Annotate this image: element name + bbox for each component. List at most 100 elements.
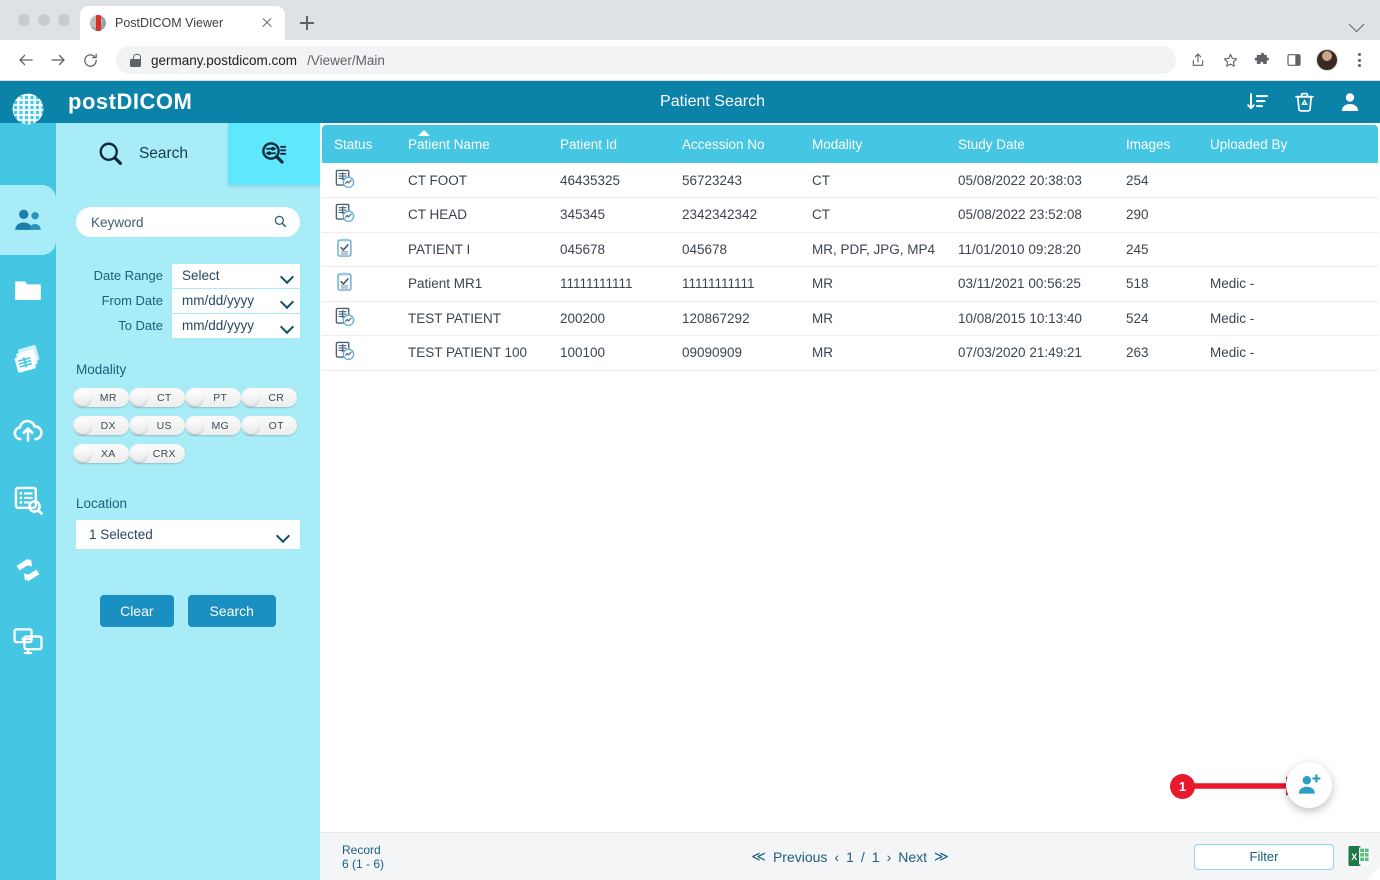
cell-uploaded-by: Medic - [1198, 336, 1378, 371]
column-patient-name[interactable]: Patient Name [396, 125, 548, 163]
report-chart-icon[interactable] [334, 306, 356, 328]
modality-toggle-crx[interactable]: CRX [129, 444, 185, 463]
cell-images: 524 [1114, 301, 1198, 336]
column-status[interactable]: Status [322, 125, 396, 163]
date-range-select[interactable]: Select [172, 264, 300, 288]
last-page-button[interactable]: ≫ [934, 848, 949, 865]
date-range-value: Select [182, 268, 281, 283]
search-button[interactable]: Search [188, 595, 276, 627]
modality-toggle-ot[interactable]: OT [241, 416, 297, 435]
star-icon[interactable] [1220, 50, 1240, 70]
report-chart-icon[interactable] [334, 202, 356, 224]
puzzle-piece-icon[interactable] [1252, 50, 1272, 70]
minimize-window-button[interactable] [38, 14, 50, 26]
forward-arrow-icon[interactable] [44, 46, 72, 74]
postdicom-favicon [90, 15, 106, 31]
clear-button[interactable]: Clear [100, 595, 173, 627]
cell-study-date: 03/11/2021 00:56:25 [946, 267, 1114, 302]
cell-study-date: 10/08/2015 10:13:40 [946, 301, 1114, 336]
sidebar-item-reports[interactable] [0, 465, 56, 535]
sidebar-item-share-screens[interactable] [0, 605, 56, 675]
sort-list-icon[interactable] [1245, 90, 1271, 114]
close-tab-icon[interactable] [259, 15, 275, 31]
table-row[interactable]: CT FOOT4643532556723243CT05/08/2022 20:3… [322, 163, 1378, 198]
modality-toggle-pt[interactable]: PT [185, 388, 241, 407]
location-select[interactable]: 1 Selected [76, 520, 300, 549]
browser-tab[interactable]: PostDICOM Viewer [80, 6, 285, 40]
total-pages: 1 [872, 849, 880, 865]
studies-stack-icon [11, 343, 45, 377]
modality-toggle-dx[interactable]: DX [73, 416, 129, 435]
column-uploaded-by[interactable]: Uploaded By [1198, 125, 1378, 163]
column-accession-no[interactable]: Accession No [670, 125, 800, 163]
toggle-knob [75, 418, 91, 434]
column-modality[interactable]: Modality [800, 125, 946, 163]
add-patient-button[interactable] [1286, 762, 1332, 808]
column-images[interactable]: Images [1114, 125, 1198, 163]
tab-search[interactable]: Search [56, 123, 228, 185]
back-arrow-icon[interactable] [12, 46, 40, 74]
table-header: Status Patient Name Patient Id Accession… [322, 125, 1378, 163]
side-panel-icon[interactable] [1284, 50, 1304, 70]
folder-icon [11, 273, 45, 307]
report-chart-icon[interactable] [334, 340, 356, 362]
toggle-knob [131, 418, 147, 434]
panel-action-buttons: Clear Search [56, 595, 320, 627]
tab-advanced-search[interactable] [228, 123, 320, 185]
tab-list-chevron-icon[interactable] [1348, 14, 1366, 32]
cell-study-date: 11/01/2010 09:28:20 [946, 232, 1114, 267]
from-date-input[interactable]: mm/dd/yyyy [172, 289, 300, 313]
modality-toggle-ct[interactable]: CT [129, 388, 185, 407]
search-panel: Search Date Range Select [56, 81, 320, 880]
table-header-row: Status Patient Name Patient Id Accession… [322, 125, 1378, 163]
search-icon[interactable] [273, 214, 288, 234]
modality-toggle-cr[interactable]: CR [241, 388, 297, 407]
kebab-menu-icon[interactable] [1350, 53, 1368, 67]
clipboard-check-icon[interactable] [334, 237, 356, 259]
column-study-date[interactable]: Study Date [946, 125, 1114, 163]
report-chart-icon[interactable] [334, 168, 356, 190]
column-patient-id[interactable]: Patient Id [548, 125, 670, 163]
previous-page-button[interactable]: Previous [773, 849, 827, 865]
sidebar-item-studies[interactable] [0, 325, 56, 395]
sidebar-item-upload[interactable] [0, 395, 56, 465]
search-input[interactable] [76, 207, 300, 237]
table-row[interactable]: PATIENT I045678045678MR, PDF, JPG, MP411… [322, 232, 1378, 267]
cell-accession-no: 09090909 [670, 336, 800, 371]
sidebar-item-sync[interactable] [0, 535, 56, 605]
trash-bin-icon[interactable] [1293, 90, 1316, 114]
modality-toggle-mr[interactable]: MR [73, 388, 129, 407]
modality-toggle-mg[interactable]: MG [185, 416, 241, 435]
next-chevron-icon[interactable]: › [887, 849, 892, 865]
clipboard-check-icon[interactable] [334, 271, 356, 293]
page-separator: / [861, 849, 865, 865]
browser-toolbar: germany.postdicom.com/Viewer/Main [0, 40, 1380, 81]
table-row[interactable]: TEST PATIENT 10010010009090909MR07/03/20… [322, 336, 1378, 371]
chevron-down-icon [281, 297, 294, 305]
next-page-button[interactable]: Next [898, 849, 927, 865]
left-nav-rail [0, 81, 56, 880]
user-account-icon[interactable] [1338, 90, 1362, 114]
modality-toggle-xa[interactable]: XA [73, 444, 129, 463]
content-area: Status Patient Name Patient Id Accession… [320, 123, 1380, 880]
previous-chevron-icon[interactable]: ‹ [834, 849, 839, 865]
address-bar[interactable]: germany.postdicom.com/Viewer/Main [116, 46, 1176, 74]
sidebar-item-patients[interactable] [0, 185, 56, 255]
to-date-input[interactable]: mm/dd/yyyy [172, 314, 300, 338]
reload-icon[interactable] [76, 46, 104, 74]
column-patient-name-label: Patient Name [408, 137, 490, 152]
app-brand: postDICOM [56, 81, 320, 123]
table-row[interactable]: CT HEAD3453452342342342CT05/08/2022 23:5… [322, 198, 1378, 233]
maximize-window-button[interactable] [58, 14, 70, 26]
modality-toggle-us[interactable]: US [129, 416, 185, 435]
sidebar-item-folders[interactable] [0, 255, 56, 325]
first-page-button[interactable]: ≪ [751, 848, 766, 865]
modality-label: CRX [147, 448, 186, 460]
close-window-button[interactable] [18, 14, 30, 26]
table-row[interactable]: Patient MR11111111111111111111111MR03/11… [322, 267, 1378, 302]
browser-window: PostDICOM Viewer germany.postdicom.com/V… [0, 0, 1380, 880]
profile-avatar[interactable] [1316, 49, 1338, 71]
new-tab-button[interactable] [293, 9, 321, 37]
share-icon[interactable] [1188, 50, 1208, 70]
table-row[interactable]: TEST PATIENT200200120867292MR10/08/2015 … [322, 301, 1378, 336]
